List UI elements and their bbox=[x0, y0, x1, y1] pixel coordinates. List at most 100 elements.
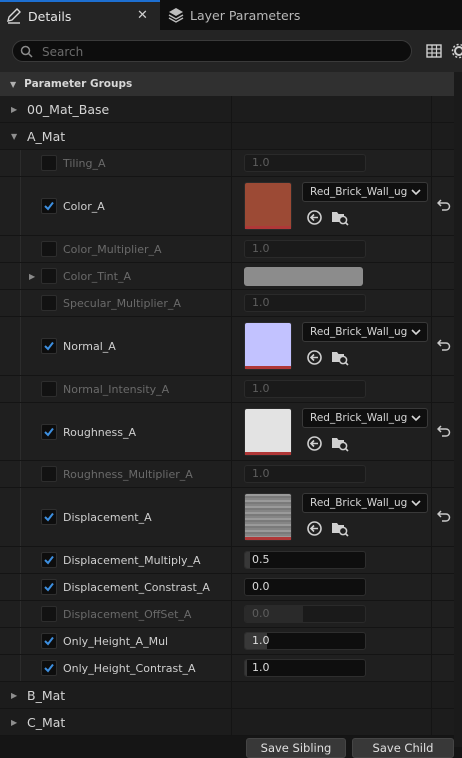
value-text: 1.0 bbox=[252, 382, 270, 395]
value-field[interactable]: 1.0 bbox=[244, 380, 366, 398]
color-swatch[interactable] bbox=[244, 267, 363, 286]
param-row-specular-multiplier: Specular_Multiplier_A 1.0 bbox=[0, 290, 454, 317]
enable-checkbox[interactable] bbox=[41, 660, 57, 676]
param-row-tiling: Tiling_A 1.0 bbox=[0, 150, 454, 177]
browse-folder-icon[interactable] bbox=[331, 520, 349, 537]
param-row-displacement-constrast: Displacement_Constrast_A 0.0 bbox=[0, 574, 454, 601]
param-label: Roughness_Multiplier_A bbox=[63, 468, 193, 481]
layers-icon bbox=[167, 6, 185, 24]
expand-arrow-icon[interactable]: ▶ bbox=[11, 105, 17, 114]
param-label: Displacement_Constrast_A bbox=[63, 581, 210, 594]
value-field[interactable]: 1.0 bbox=[244, 294, 366, 312]
checkmark-icon bbox=[43, 426, 55, 438]
collapse-arrow-icon: ▼ bbox=[10, 80, 16, 89]
save-sibling-button[interactable]: Save Sibling bbox=[246, 738, 346, 758]
group-row-00-mat-base[interactable]: ▶ 00_Mat_Base bbox=[0, 96, 454, 123]
enable-checkbox[interactable] bbox=[41, 579, 57, 595]
expand-arrow-icon[interactable]: ▶ bbox=[11, 691, 17, 700]
enable-checkbox[interactable] bbox=[41, 155, 57, 171]
enable-checkbox[interactable] bbox=[41, 338, 57, 354]
use-selected-icon[interactable] bbox=[306, 349, 323, 366]
close-icon[interactable]: ✕ bbox=[137, 8, 148, 23]
use-selected-icon[interactable] bbox=[306, 209, 323, 226]
group-row-c-mat[interactable]: ▶ C_Mat bbox=[0, 709, 454, 736]
group-label: A_Mat bbox=[27, 123, 65, 150]
enable-checkbox[interactable] bbox=[41, 633, 57, 649]
parameter-groups-header[interactable]: ▼ Parameter Groups bbox=[0, 72, 454, 96]
asset-picker[interactable]: Red_Brick_Wall_ug bbox=[302, 493, 428, 513]
param-row-color: Color_A Red_Brick_Wall_ug bbox=[0, 177, 454, 236]
tab-bar: Details ✕ Layer Parameters bbox=[0, 0, 462, 30]
value-field[interactable]: 1.0 bbox=[244, 240, 366, 258]
tab-layer-parameters-label: Layer Parameters bbox=[190, 8, 300, 23]
enable-checkbox[interactable] bbox=[41, 606, 57, 622]
group-row-a-mat[interactable]: ▼ A_Mat bbox=[0, 123, 454, 150]
expand-arrow-icon[interactable]: ▶ bbox=[11, 718, 17, 727]
texture-thumbnail[interactable] bbox=[244, 493, 292, 541]
value-slider[interactable]: 0.0 bbox=[244, 578, 366, 596]
texture-thumbnail[interactable] bbox=[244, 182, 292, 230]
param-label: Roughness_A bbox=[63, 426, 136, 439]
enable-checkbox[interactable] bbox=[41, 295, 57, 311]
value-slider[interactable]: 0.0 bbox=[244, 605, 366, 623]
value-text: 1.0 bbox=[252, 296, 270, 309]
enable-checkbox[interactable] bbox=[41, 552, 57, 568]
value-text: 1.0 bbox=[252, 467, 270, 480]
reset-to-default-icon[interactable] bbox=[437, 425, 451, 437]
table-view-icon[interactable] bbox=[426, 44, 442, 58]
param-label: Only_Height_Contrast_A bbox=[63, 662, 196, 675]
group-label: 00_Mat_Base bbox=[27, 96, 109, 123]
enable-checkbox[interactable] bbox=[41, 381, 57, 397]
value-field[interactable]: 1.0 bbox=[244, 154, 366, 172]
enable-checkbox[interactable] bbox=[41, 466, 57, 482]
enable-checkbox[interactable] bbox=[41, 268, 57, 284]
value-text: 1.0 bbox=[252, 242, 270, 255]
enable-checkbox[interactable] bbox=[41, 509, 57, 525]
value-text: 1.0 bbox=[252, 156, 270, 169]
asset-picker[interactable]: Red_Brick_Wall_ug bbox=[302, 322, 428, 342]
param-label: Normal_Intensity_A bbox=[63, 383, 169, 396]
search-icon bbox=[20, 45, 33, 58]
value-text: 1.0 bbox=[252, 634, 270, 647]
enable-checkbox[interactable] bbox=[41, 241, 57, 257]
search-box[interactable] bbox=[12, 40, 412, 62]
expand-arrow-icon[interactable]: ▶ bbox=[29, 272, 35, 281]
tab-layer-parameters[interactable]: Layer Parameters bbox=[162, 0, 302, 30]
gear-icon[interactable] bbox=[450, 43, 462, 59]
param-row-displacement: Displacement_A Red_Brick_Wall_ug bbox=[0, 488, 454, 547]
checkmark-icon bbox=[43, 662, 55, 674]
enable-checkbox[interactable] bbox=[41, 198, 57, 214]
value-slider[interactable]: 1.0 bbox=[244, 632, 366, 650]
param-row-color-tint: ▶ Color_Tint_A bbox=[0, 263, 454, 290]
asset-picker[interactable]: Red_Brick_Wall_ug bbox=[302, 182, 428, 202]
asset-name: Red_Brick_Wall_ug bbox=[310, 186, 407, 198]
param-row-only-height-mul: Only_Height_A_Mul 1.0 bbox=[0, 628, 454, 655]
search-input[interactable] bbox=[40, 42, 404, 62]
checkmark-icon bbox=[43, 581, 55, 593]
tab-details[interactable]: Details ✕ bbox=[0, 0, 160, 30]
scrollbar-track[interactable] bbox=[454, 72, 462, 747]
browse-folder-icon[interactable] bbox=[331, 209, 349, 226]
asset-picker[interactable]: Red_Brick_Wall_ug bbox=[302, 408, 428, 428]
browse-folder-icon[interactable] bbox=[331, 349, 349, 366]
use-selected-icon[interactable] bbox=[306, 520, 323, 537]
tab-details-label: Details bbox=[28, 9, 71, 24]
use-selected-icon[interactable] bbox=[306, 435, 323, 452]
reset-to-default-icon[interactable] bbox=[437, 510, 451, 522]
group-row-b-mat[interactable]: ▶ B_Mat bbox=[0, 682, 454, 709]
param-row-normal: Normal_A Red_Brick_Wall_ug bbox=[0, 317, 454, 376]
value-slider[interactable]: 0.5 bbox=[244, 551, 366, 569]
reset-to-default-icon[interactable] bbox=[437, 339, 451, 351]
value-slider[interactable]: 1.0 bbox=[244, 659, 366, 677]
checkmark-icon bbox=[43, 554, 55, 566]
value-field[interactable]: 1.0 bbox=[244, 465, 366, 483]
texture-thumbnail[interactable] bbox=[244, 322, 292, 370]
reset-to-default-icon[interactable] bbox=[437, 199, 451, 211]
value-text: 0.5 bbox=[252, 553, 270, 566]
browse-folder-icon[interactable] bbox=[331, 435, 349, 452]
save-child-button[interactable]: Save Child bbox=[352, 738, 454, 758]
texture-thumbnail[interactable] bbox=[244, 408, 292, 456]
collapse-arrow-icon[interactable]: ▼ bbox=[11, 132, 17, 141]
asset-name: Red_Brick_Wall_ug bbox=[310, 497, 407, 509]
enable-checkbox[interactable] bbox=[41, 424, 57, 440]
